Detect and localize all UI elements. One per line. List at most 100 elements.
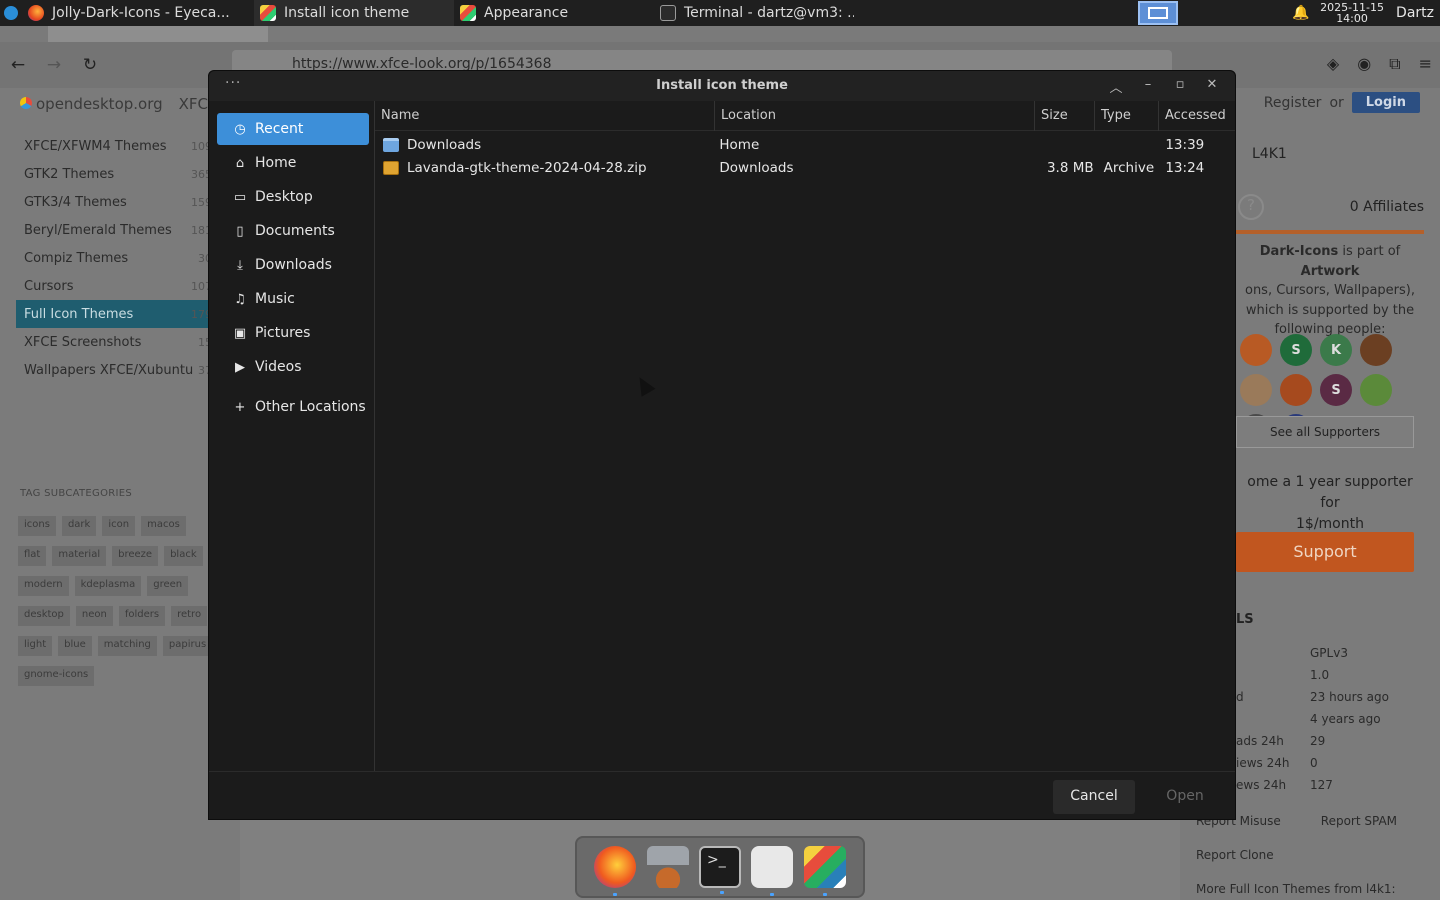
tag-chip[interactable]: matching bbox=[97, 636, 157, 656]
category-name[interactable]: Artwork bbox=[1301, 264, 1360, 279]
close-icon[interactable]: ✕ bbox=[1203, 77, 1221, 96]
workspace-2[interactable] bbox=[1190, 1, 1230, 25]
supporter-avatar[interactable] bbox=[1360, 334, 1392, 366]
clock[interactable]: 2025-11-15 14:00 bbox=[1320, 2, 1384, 24]
supporter-avatar[interactable] bbox=[1240, 334, 1272, 366]
tag-chip[interactable]: gnome-icons bbox=[18, 666, 95, 686]
report-clone-link[interactable]: Report Clone bbox=[1196, 848, 1397, 882]
detail-value: 127 bbox=[1310, 778, 1333, 792]
forward-icon[interactable]: → bbox=[36, 55, 72, 75]
tag-chip[interactable]: dark bbox=[61, 516, 97, 536]
tag-chip[interactable]: retro bbox=[171, 606, 208, 626]
category-item[interactable]: Compiz Themes 30 bbox=[16, 244, 212, 272]
browser-tab[interactable] bbox=[48, 26, 268, 42]
dock-terminal-icon[interactable]: >_ bbox=[698, 846, 741, 894]
cancel-button[interactable]: Cancel bbox=[1053, 780, 1135, 814]
place-music[interactable]: ♫ Music bbox=[217, 283, 369, 315]
column-name[interactable]: Name bbox=[375, 100, 715, 131]
detail-value: 1.0 bbox=[1310, 668, 1330, 682]
tag-chip[interactable]: kdeplasma bbox=[74, 576, 142, 596]
category-item[interactable]: Wallpapers XFCE/Xubuntu 37 bbox=[16, 356, 212, 384]
detail-value: 23 hours ago bbox=[1310, 690, 1389, 704]
category-item[interactable]: Full Icon Themes 179 bbox=[16, 300, 212, 328]
notification-bell-icon[interactable]: 🔔 bbox=[1292, 5, 1310, 21]
tag-chip[interactable]: black bbox=[164, 546, 203, 566]
supporter-avatar[interactable] bbox=[1360, 374, 1392, 406]
column-location[interactable]: Location bbox=[715, 100, 1035, 131]
file-row[interactable]: Lavanda-gtk-theme-2024-04-28.zip Download… bbox=[375, 156, 1235, 179]
task-install-icon-theme[interactable]: Install icon theme bbox=[254, 0, 454, 26]
tag-chip[interactable]: green bbox=[147, 576, 189, 596]
tag-chip[interactable]: papirus bbox=[162, 636, 213, 656]
hamburger-menu-icon[interactable]: ≡ bbox=[1419, 54, 1432, 74]
tag-chip[interactable]: modern bbox=[18, 576, 69, 596]
author-name[interactable]: L4K1 bbox=[1252, 146, 1287, 162]
workspace-3[interactable] bbox=[1236, 1, 1276, 25]
open-button[interactable]: Open bbox=[1149, 780, 1221, 814]
account-icon[interactable]: ◉ bbox=[1357, 54, 1371, 74]
help-icon[interactable]: ? bbox=[1238, 194, 1264, 220]
dock-appearance-icon[interactable] bbox=[803, 846, 846, 896]
category-item[interactable]: Beryl/Emerald Themes 181 bbox=[16, 216, 212, 244]
place-home[interactable]: ⌂ Home bbox=[217, 147, 369, 179]
support-button[interactable]: Support bbox=[1236, 532, 1414, 572]
supporter-avatar[interactable]: S bbox=[1280, 334, 1312, 366]
place-pictures[interactable]: ▣ Pictures bbox=[217, 317, 369, 349]
file-row[interactable]: Downloads Home 13:39 bbox=[375, 133, 1235, 156]
supporter-avatar[interactable] bbox=[1280, 374, 1312, 406]
tag-chip[interactable]: macos bbox=[141, 516, 186, 536]
dock-settings-icon[interactable] bbox=[751, 846, 794, 896]
place-downloads[interactable]: ⤓ Downloads bbox=[217, 249, 369, 281]
maximize-icon[interactable]: ▫ bbox=[1171, 77, 1189, 96]
whisker-menu-button[interactable] bbox=[0, 0, 22, 26]
tag-chip[interactable]: flat bbox=[18, 546, 47, 566]
place-other-locations[interactable]: + Other Locations bbox=[217, 391, 369, 423]
tag-chip[interactable]: breeze bbox=[112, 546, 159, 566]
detail-key bbox=[1236, 646, 1310, 668]
extensions-icon[interactable]: ⧉ bbox=[1389, 54, 1400, 74]
column-accessed[interactable]: Accessed bbox=[1159, 101, 1235, 131]
tag-chip[interactable]: folders bbox=[118, 606, 166, 626]
supporter-avatar[interactable]: K bbox=[1320, 334, 1352, 366]
category-item[interactable]: GTK3/4 Themes 159 bbox=[16, 188, 212, 216]
place-videos[interactable]: ▶ Videos bbox=[217, 351, 369, 383]
column-type[interactable]: Type bbox=[1095, 100, 1159, 131]
minimize-icon[interactable]: – bbox=[1139, 77, 1157, 96]
tag-chip[interactable]: neon bbox=[75, 606, 113, 626]
tag-chip[interactable]: light bbox=[18, 636, 53, 656]
tag-chip[interactable]: desktop bbox=[18, 606, 70, 626]
dialog-titlebar[interactable]: ··· Install icon theme ︿ – ▫ ✕ bbox=[209, 71, 1235, 101]
pocket-icon[interactable]: ◈ bbox=[1327, 54, 1339, 74]
tag-chip[interactable]: blue bbox=[58, 636, 92, 656]
workspace-1[interactable] bbox=[1138, 1, 1179, 25]
category-item[interactable]: XFCE/XFWM4 Themes 109 bbox=[16, 132, 212, 160]
see-all-supporters-button[interactable]: See all Supporters bbox=[1236, 416, 1414, 448]
reload-icon[interactable]: ↻ bbox=[72, 55, 108, 75]
user-menu[interactable]: Dartz bbox=[1384, 5, 1440, 21]
supporter-avatar[interactable] bbox=[1240, 374, 1272, 406]
place-desktop[interactable]: ▭ Desktop bbox=[217, 181, 369, 213]
site-logo[interactable]: opendesktop.org bbox=[20, 95, 163, 113]
category-item[interactable]: XFCE Screenshots 15 bbox=[16, 328, 212, 356]
tag-chip[interactable]: icon bbox=[102, 516, 136, 536]
dock-firefox-icon[interactable] bbox=[594, 846, 637, 896]
back-icon[interactable]: ← bbox=[0, 55, 36, 75]
place-recent[interactable]: ◷ Recent bbox=[217, 113, 369, 145]
details-table: GPLv3 1.0 d 23 hours ago 4 years ago ads 24h 2… bbox=[1236, 646, 1440, 800]
place-label: Pictures bbox=[255, 325, 311, 341]
affiliates-count[interactable]: 0 Affiliates bbox=[1350, 199, 1424, 215]
report-spam-link[interactable]: Report SPAM bbox=[1321, 814, 1397, 848]
supporter-avatar[interactable]: S bbox=[1320, 374, 1352, 406]
place-documents[interactable]: ▯ Documents bbox=[217, 215, 369, 247]
task-firefox[interactable]: Jolly-Dark-Icons - Eyeca... bbox=[22, 0, 254, 26]
column-size[interactable]: Size bbox=[1035, 100, 1095, 131]
category-item[interactable]: GTK2 Themes 365 bbox=[16, 160, 212, 188]
tag-chip[interactable]: material bbox=[52, 546, 107, 566]
tag-chip[interactable]: icons bbox=[18, 516, 56, 536]
dock-keyboard-icon[interactable] bbox=[646, 846, 689, 888]
category-item[interactable]: Cursors 107 bbox=[16, 272, 212, 300]
task-appearance[interactable]: Appearance bbox=[454, 0, 654, 26]
shade-icon[interactable]: ︿ bbox=[1107, 77, 1125, 96]
task-terminal[interactable]: Terminal - dartz@vm3: ... bbox=[654, 0, 854, 26]
place-label: Other Locations bbox=[255, 399, 366, 415]
